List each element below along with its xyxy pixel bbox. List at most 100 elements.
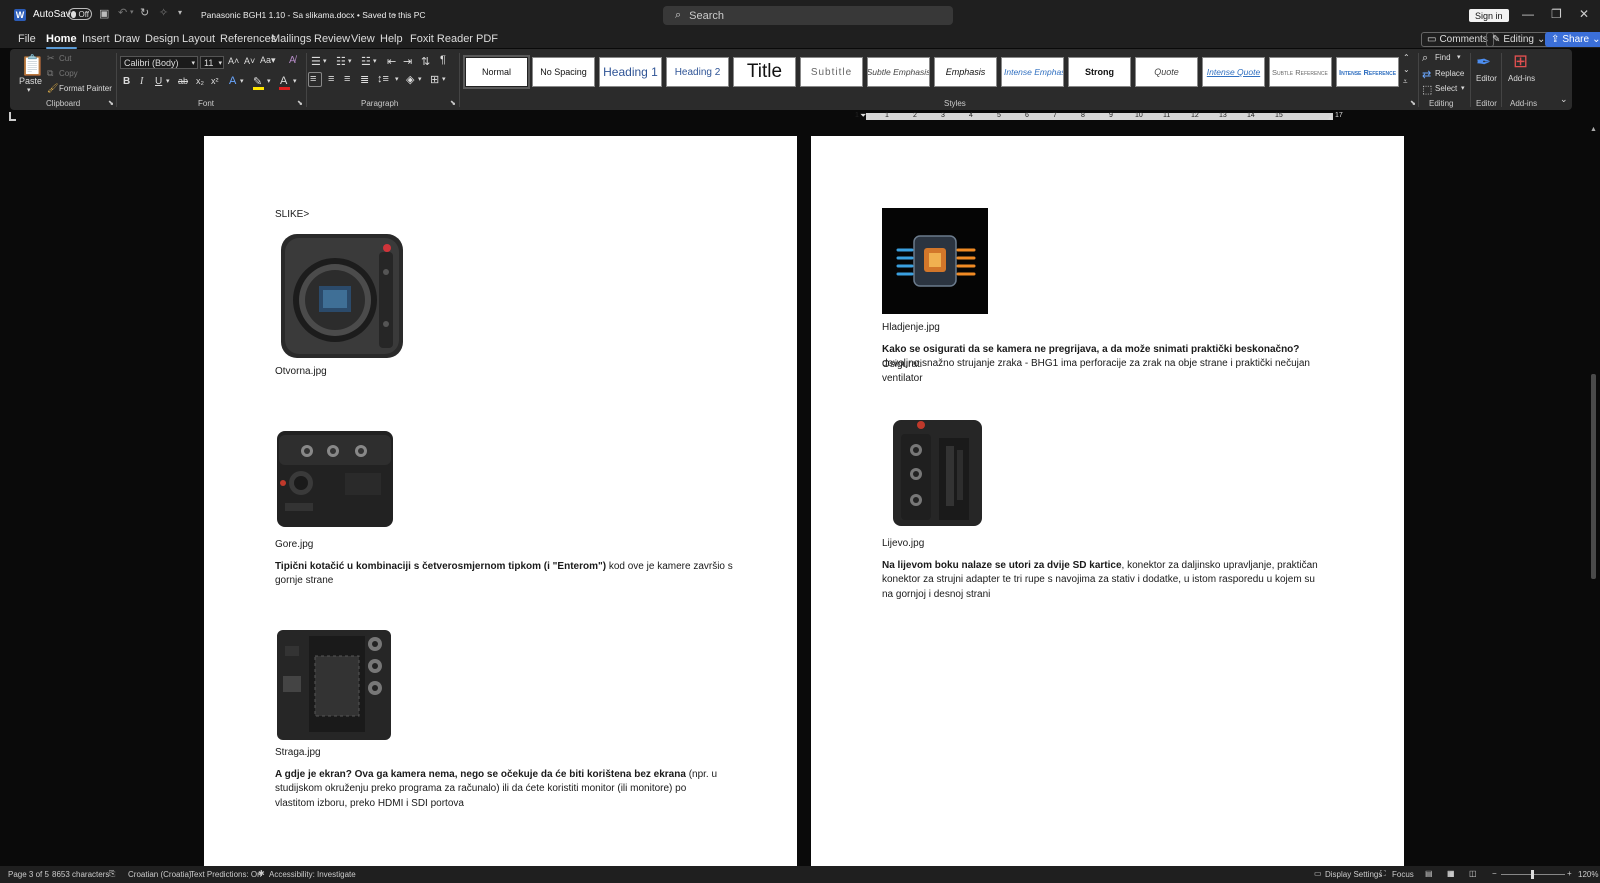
bold-icon[interactable]: B: [123, 76, 130, 87]
decrease-indent-icon[interactable]: ⇤: [387, 55, 396, 68]
search-box[interactable]: ⌕ Search: [663, 6, 953, 25]
style-subtitle[interactable]: Subtitle: [800, 57, 863, 87]
replace-button[interactable]: Replace: [1435, 69, 1464, 78]
show-formatting-marks-icon[interactable]: ¶: [440, 54, 446, 66]
font-size-combo[interactable]: 11 ▾: [200, 56, 224, 69]
font-name-combo[interactable]: Calibri (Body) ▾: [120, 56, 198, 69]
style-no-spacing[interactable]: No Spacing: [532, 57, 595, 87]
camera-top-photo[interactable]: [275, 423, 395, 530]
tab-insert[interactable]: Insert: [82, 33, 110, 45]
text-effects-dropdown-icon[interactable]: ▾: [240, 77, 244, 85]
style-emphasis[interactable]: Emphasis: [934, 57, 997, 87]
display-settings-button[interactable]: Display Settings: [1325, 870, 1382, 879]
bullets-icon[interactable]: ☰: [311, 55, 321, 68]
horizontal-ruler[interactable]: ⏷ ⏶ 1 1 2 3 4 5 6 7 8 9 10 11 12 13 14 1…: [0, 111, 1600, 124]
scrollbar-thumb[interactable]: [1591, 374, 1596, 579]
find-button[interactable]: Find: [1435, 53, 1451, 62]
numbering-icon[interactable]: ☷: [336, 55, 346, 68]
first-line-indent-icon[interactable]: ⏷: [860, 111, 866, 121]
find-dropdown-icon[interactable]: ▾: [1457, 53, 1461, 61]
justify-icon[interactable]: ≣: [360, 73, 369, 86]
vertical-scrollbar[interactable]: ▲: [1588, 124, 1600, 866]
tab-draw[interactable]: Draw: [114, 33, 140, 45]
editor-icon[interactable]: ✒: [1476, 52, 1491, 73]
zoom-level[interactable]: 120%: [1578, 870, 1598, 879]
scroll-up-icon[interactable]: ▲: [1590, 126, 1597, 133]
shading-dropdown-icon[interactable]: ▾: [418, 75, 422, 83]
copy-button[interactable]: Copy: [59, 69, 78, 78]
line-spacing-icon[interactable]: ↕≡: [377, 73, 389, 85]
style-subtle-emphasis[interactable]: Subtle Emphasis: [867, 57, 930, 87]
document-page-right[interactable]: Hladjenje.jpg Kako se osigurati da se ka…: [811, 136, 1404, 866]
multilevel-list-icon[interactable]: ☳: [361, 55, 371, 68]
cut-button[interactable]: Cut: [59, 54, 71, 63]
customize-toolbar-icon[interactable]: ▾: [178, 8, 182, 17]
line-spacing-dropdown-icon[interactable]: ▾: [395, 75, 399, 83]
tab-review[interactable]: Review: [314, 33, 350, 45]
focus-icon[interactable]: ⛶: [1380, 869, 1386, 879]
copy-icon[interactable]: ⧉: [47, 68, 53, 79]
select-dropdown-icon[interactable]: ▾: [1461, 84, 1465, 92]
italic-icon[interactable]: I: [140, 76, 143, 87]
camera-left-side-photo[interactable]: [891, 416, 984, 528]
bullets-dropdown-icon[interactable]: ▾: [323, 57, 327, 65]
format-painter-button[interactable]: Format Painter: [59, 84, 112, 93]
paste-button[interactable]: Paste: [19, 76, 42, 86]
highlight-dropdown-icon[interactable]: ▾: [267, 77, 271, 85]
document-page-left[interactable]: SLIKE> Otvorna.jpg Gore.jpg Tipični kota…: [204, 136, 797, 866]
add-ins-button[interactable]: Add-ins: [1508, 74, 1535, 83]
replace-icon[interactable]: ⇄: [1422, 68, 1431, 81]
style-subtle-reference[interactable]: Subtle Reference: [1269, 57, 1332, 87]
tab-references[interactable]: References: [220, 33, 276, 45]
share-button[interactable]: ⇪ Share ⌄: [1545, 32, 1600, 47]
accessibility-status[interactable]: Accessibility: Investigate: [269, 870, 356, 879]
tab-foxit-reader-pdf[interactable]: Foxit Reader PDF: [410, 33, 498, 45]
style-intense-reference[interactable]: Intense Reference: [1336, 57, 1399, 87]
style-intense-emphasis[interactable]: Intense Emphasis: [1001, 57, 1064, 87]
collapse-ribbon-icon[interactable]: ⌄: [1560, 94, 1568, 105]
read-mode-icon[interactable]: ▤: [1425, 869, 1433, 878]
numbering-dropdown-icon[interactable]: ▾: [348, 57, 352, 65]
style-heading-1[interactable]: Heading 1: [599, 57, 662, 87]
underline-dropdown-icon[interactable]: ▾: [166, 77, 170, 85]
tab-file[interactable]: File: [18, 33, 36, 45]
save-icon[interactable]: ▣: [99, 7, 109, 20]
zoom-in-icon[interactable]: +: [1567, 869, 1572, 878]
underline-icon[interactable]: U: [155, 76, 162, 87]
paste-dropdown-icon[interactable]: ▾: [27, 86, 31, 94]
page-count[interactable]: Page 3 of 5: [8, 870, 49, 879]
camera-back-photo[interactable]: [275, 626, 393, 742]
comments-button[interactable]: ▭ Comments: [1421, 32, 1494, 47]
character-count[interactable]: 8653 characters: [52, 870, 109, 879]
print-layout-icon[interactable]: ▦: [1447, 869, 1455, 878]
zoom-slider-thumb[interactable]: [1531, 870, 1534, 879]
proofing-icon[interactable]: ⎘: [109, 869, 115, 879]
styles-more-icon[interactable]: ⩡: [1403, 77, 1408, 87]
cooling-photo[interactable]: [882, 208, 988, 314]
text-predictions-status[interactable]: Text Predictions: On: [190, 870, 262, 879]
touch-mode-icon[interactable]: ✧: [159, 6, 168, 19]
tab-mailings[interactable]: Mailings: [271, 33, 311, 45]
paragraph-launcher-icon[interactable]: ⬊: [450, 99, 456, 107]
borders-icon[interactable]: ⊞: [430, 73, 439, 86]
styles-scroll-down-icon[interactable]: ⌄: [1403, 65, 1410, 74]
increase-indent-icon[interactable]: ⇥: [403, 55, 412, 68]
close-icon[interactable]: ✕: [1579, 7, 1589, 21]
right-indent-icon[interactable]: ⏶: [1327, 114, 1333, 124]
style-normal[interactable]: Normal: [463, 55, 530, 89]
grow-font-icon[interactable]: A˄: [228, 56, 239, 66]
tab-help[interactable]: Help: [380, 33, 403, 45]
borders-dropdown-icon[interactable]: ▾: [442, 75, 446, 83]
editor-button[interactable]: Editor: [1476, 74, 1497, 83]
align-center-icon[interactable]: ≡: [328, 73, 334, 85]
shrink-font-icon[interactable]: A˅: [244, 56, 255, 66]
autosave-toggle[interactable]: Off: [68, 8, 92, 20]
cut-icon[interactable]: ✂: [47, 53, 55, 64]
undo-dropdown-icon[interactable]: ▾: [130, 8, 134, 16]
title-chevron-down-icon[interactable]: ⌄: [391, 9, 398, 18]
style-strong[interactable]: Strong: [1068, 57, 1131, 87]
font-launcher-icon[interactable]: ⬊: [297, 99, 303, 107]
multilevel-dropdown-icon[interactable]: ▾: [373, 57, 377, 65]
font-color-icon[interactable]: A: [280, 75, 287, 87]
align-left-icon[interactable]: ≡: [310, 73, 316, 85]
